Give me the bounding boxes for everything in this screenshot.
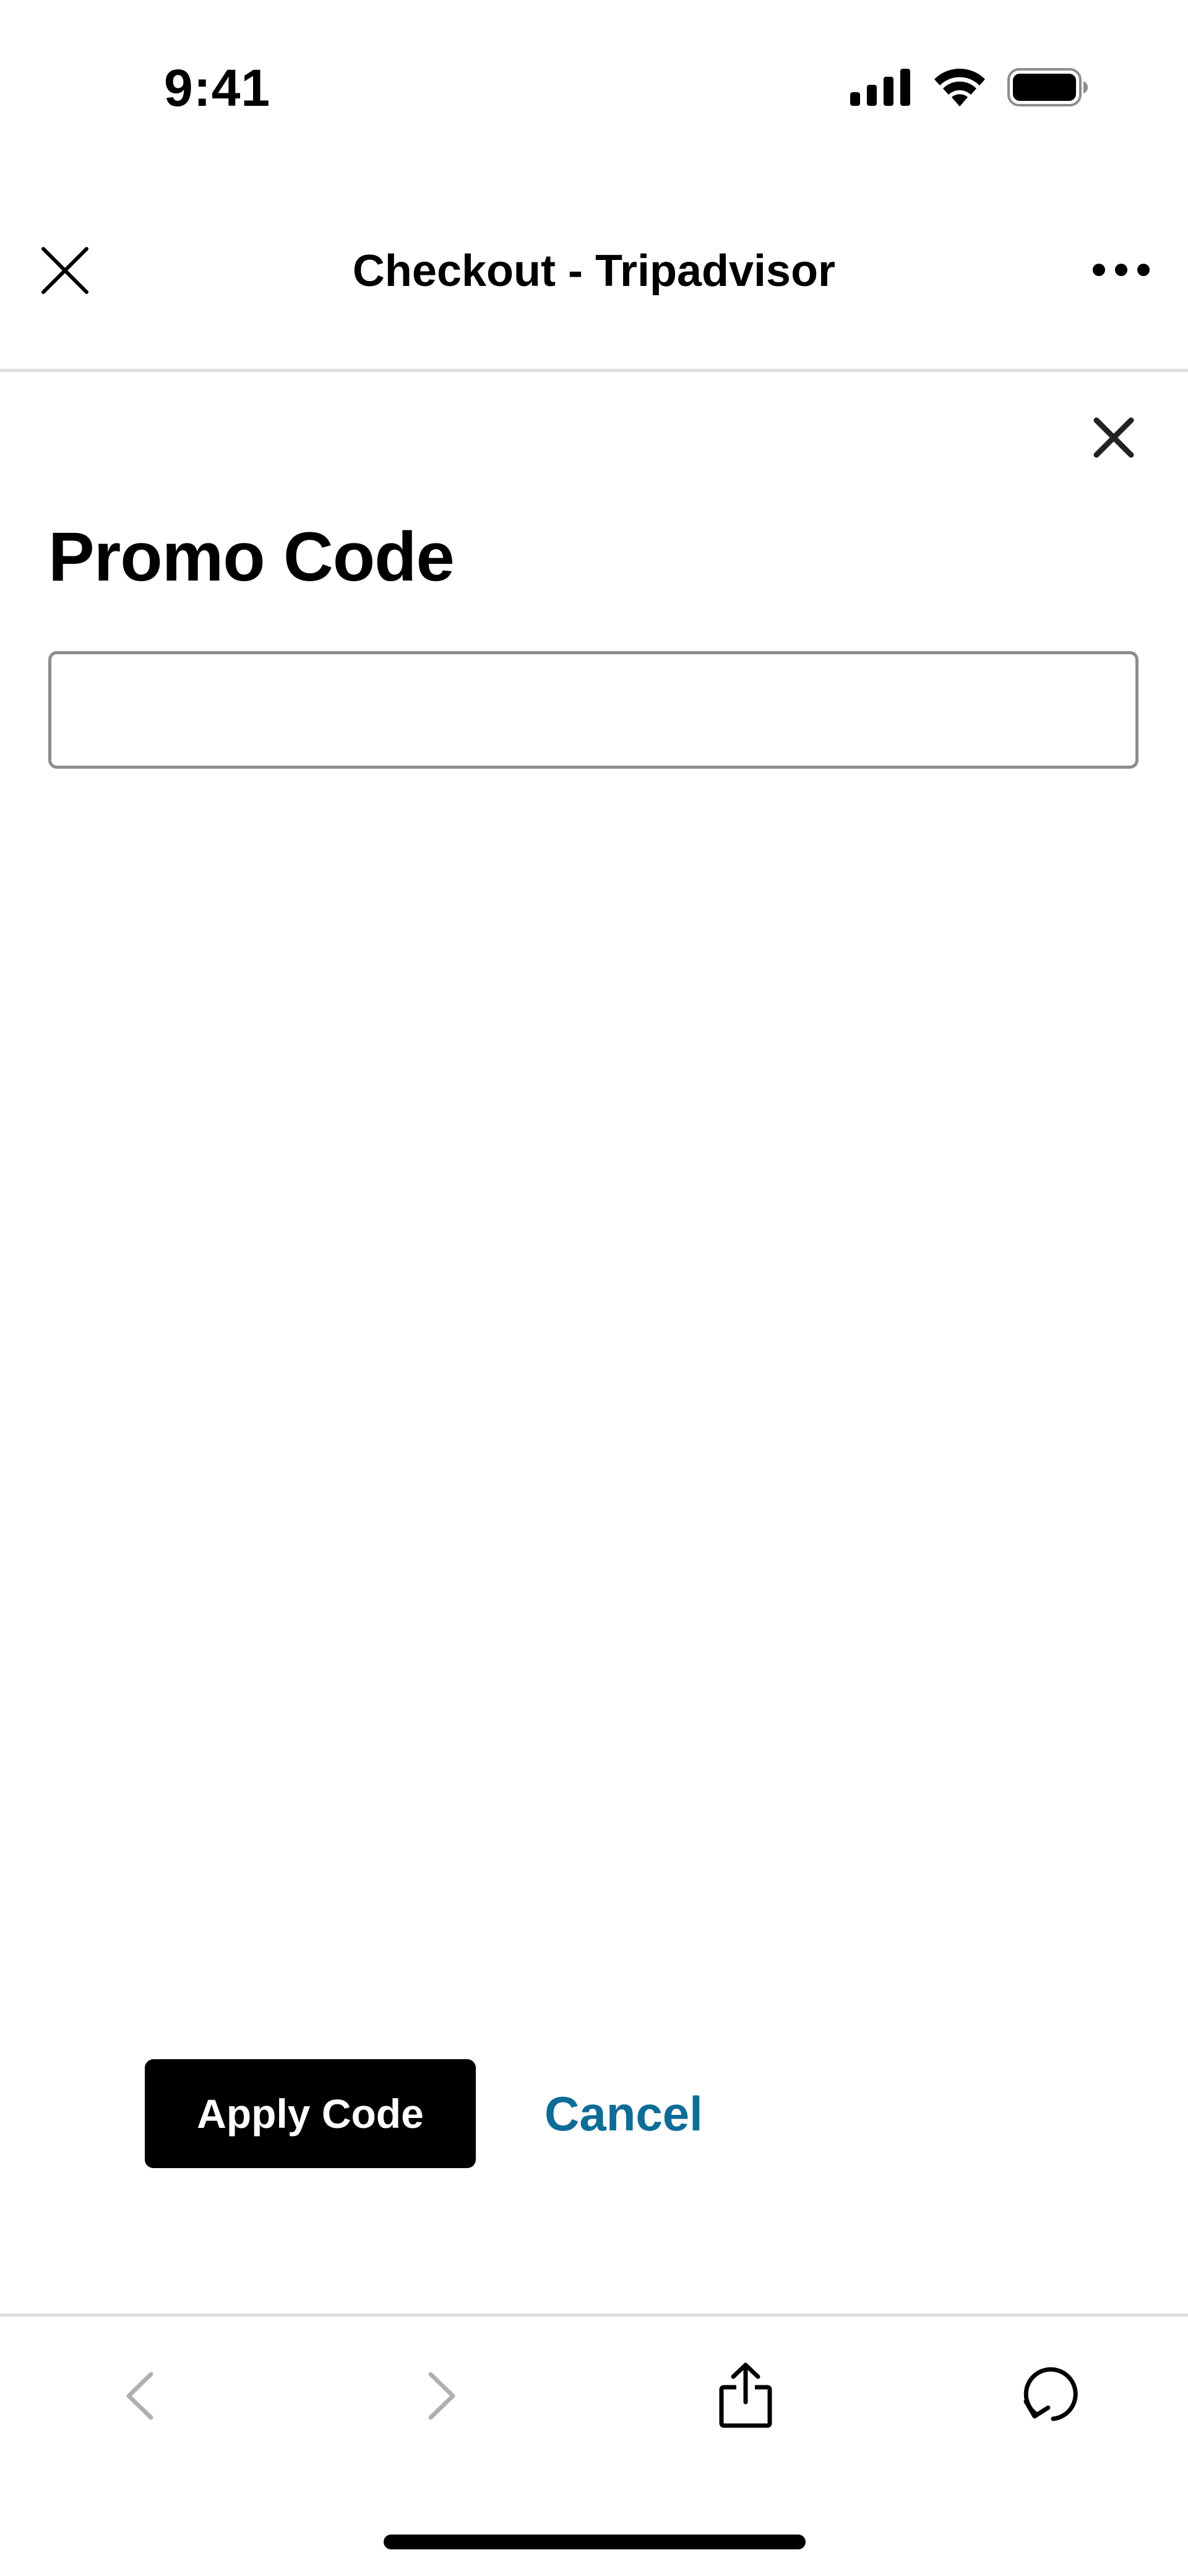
signal-icon <box>850 69 910 106</box>
promo-code-input[interactable] <box>48 651 1138 769</box>
back-icon[interactable] <box>121 2371 158 2421</box>
toolbar-divider <box>0 2314 1188 2317</box>
close-icon[interactable] <box>1093 417 1135 459</box>
status-time: 9:41 <box>164 59 271 117</box>
forward-icon[interactable] <box>423 2371 460 2421</box>
wifi-icon <box>934 69 985 106</box>
checkout-page: 9:41 Checkout - Tripadvisor Promo Code A… <box>0 0 1188 2576</box>
status-icons <box>850 64 1089 110</box>
page-title: Checkout - Tripadvisor <box>352 246 836 296</box>
reload-icon[interactable] <box>1017 2363 1082 2427</box>
home-indicator <box>384 2535 806 2549</box>
battery-icon <box>1007 68 1088 106</box>
more-icon[interactable] <box>1091 257 1151 282</box>
share-icon[interactable] <box>718 2361 773 2429</box>
promo-code-title: Promo Code <box>48 518 455 595</box>
apply-code-button[interactable]: Apply Code <box>145 2059 476 2168</box>
cancel-link[interactable]: Cancel <box>544 2077 703 2151</box>
header-divider <box>0 369 1188 372</box>
